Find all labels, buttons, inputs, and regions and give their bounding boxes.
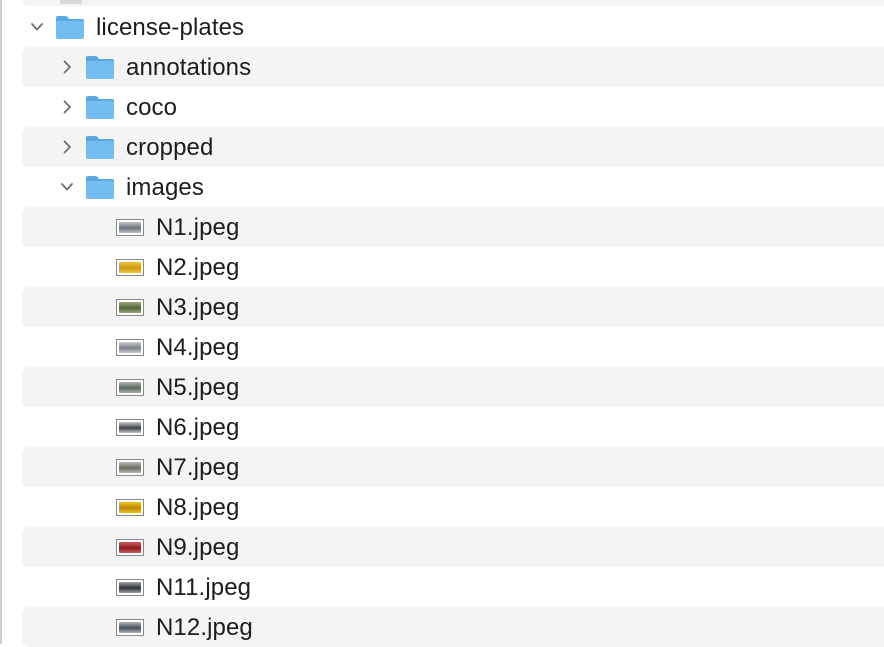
file-name: N12.jpeg	[156, 614, 253, 641]
tree-row-folder[interactable]: images	[22, 167, 884, 207]
file-name: N9.jpeg	[156, 534, 240, 561]
tree-row-file[interactable]: N5.jpeg	[22, 367, 884, 407]
folder-icon	[55, 14, 85, 40]
tree-row-file[interactable]: N2.jpeg	[22, 247, 884, 287]
tree-row-file[interactable]: N9.jpeg	[22, 527, 884, 567]
tree-row-file[interactable]: N7.jpeg	[22, 447, 884, 487]
image-thumbnail-icon	[116, 539, 144, 556]
image-thumbnail-icon	[116, 259, 144, 276]
image-thumbnail-icon	[116, 339, 144, 356]
tree-row-file[interactable]: N8.jpeg	[22, 487, 884, 527]
image-thumbnail-icon	[116, 419, 144, 436]
chevron-right-icon[interactable]	[60, 99, 74, 115]
image-thumbnail-icon	[116, 379, 144, 396]
file-tree: license-plates annotations coco cropped …	[0, 7, 884, 647]
chevron-down-icon[interactable]	[60, 179, 74, 195]
folder-icon	[85, 134, 115, 160]
image-thumbnail-icon	[116, 499, 144, 516]
tree-row-folder[interactable]: coco	[22, 87, 884, 127]
folder-icon	[85, 94, 115, 120]
tree-row-folder[interactable]: annotations	[22, 47, 884, 87]
folder-name: cropped	[126, 134, 214, 161]
tree-row-file[interactable]: N4.jpeg	[22, 327, 884, 367]
folder-icon	[85, 54, 115, 80]
chevron-right-icon[interactable]	[60, 59, 74, 75]
image-thumbnail-icon	[116, 299, 144, 316]
folder-name: annotations	[126, 54, 252, 81]
file-icon	[60, 0, 82, 4]
chevron-right-icon[interactable]	[60, 139, 74, 155]
chevron-down-icon[interactable]	[30, 19, 44, 35]
tree-row-root-folder[interactable]: license-plates	[22, 7, 884, 47]
tree-row-folder[interactable]: cropped	[22, 127, 884, 167]
tree-row-file[interactable]: N3.jpeg	[22, 287, 884, 327]
file-name: N4.jpeg	[156, 334, 240, 361]
file-name: N5.jpeg	[156, 374, 240, 401]
file-name: N6.jpeg	[156, 414, 240, 441]
image-thumbnail-icon	[116, 459, 144, 476]
tree-row-file[interactable]: N6.jpeg	[22, 407, 884, 447]
folder-name: coco	[126, 94, 178, 121]
folder-icon	[85, 174, 115, 200]
tree-row-file[interactable]: N1.jpeg	[22, 207, 884, 247]
tree-row-file[interactable]: N12.jpeg	[22, 607, 884, 647]
folder-name: license-plates	[96, 14, 245, 41]
image-thumbnail-icon	[116, 579, 144, 596]
file-name: N3.jpeg	[156, 294, 240, 321]
file-name: N2.jpeg	[156, 254, 240, 281]
file-name: N1.jpeg	[156, 214, 240, 241]
image-thumbnail-icon	[116, 219, 144, 236]
tree-row-file[interactable]: N11.jpeg	[22, 567, 884, 607]
file-name: N11.jpeg	[156, 574, 252, 601]
file-name: N8.jpeg	[156, 494, 240, 521]
image-thumbnail-icon	[116, 619, 144, 636]
folder-name: images	[126, 174, 204, 201]
file-name: N7.jpeg	[156, 454, 240, 481]
cut-off-row	[22, 0, 884, 6]
